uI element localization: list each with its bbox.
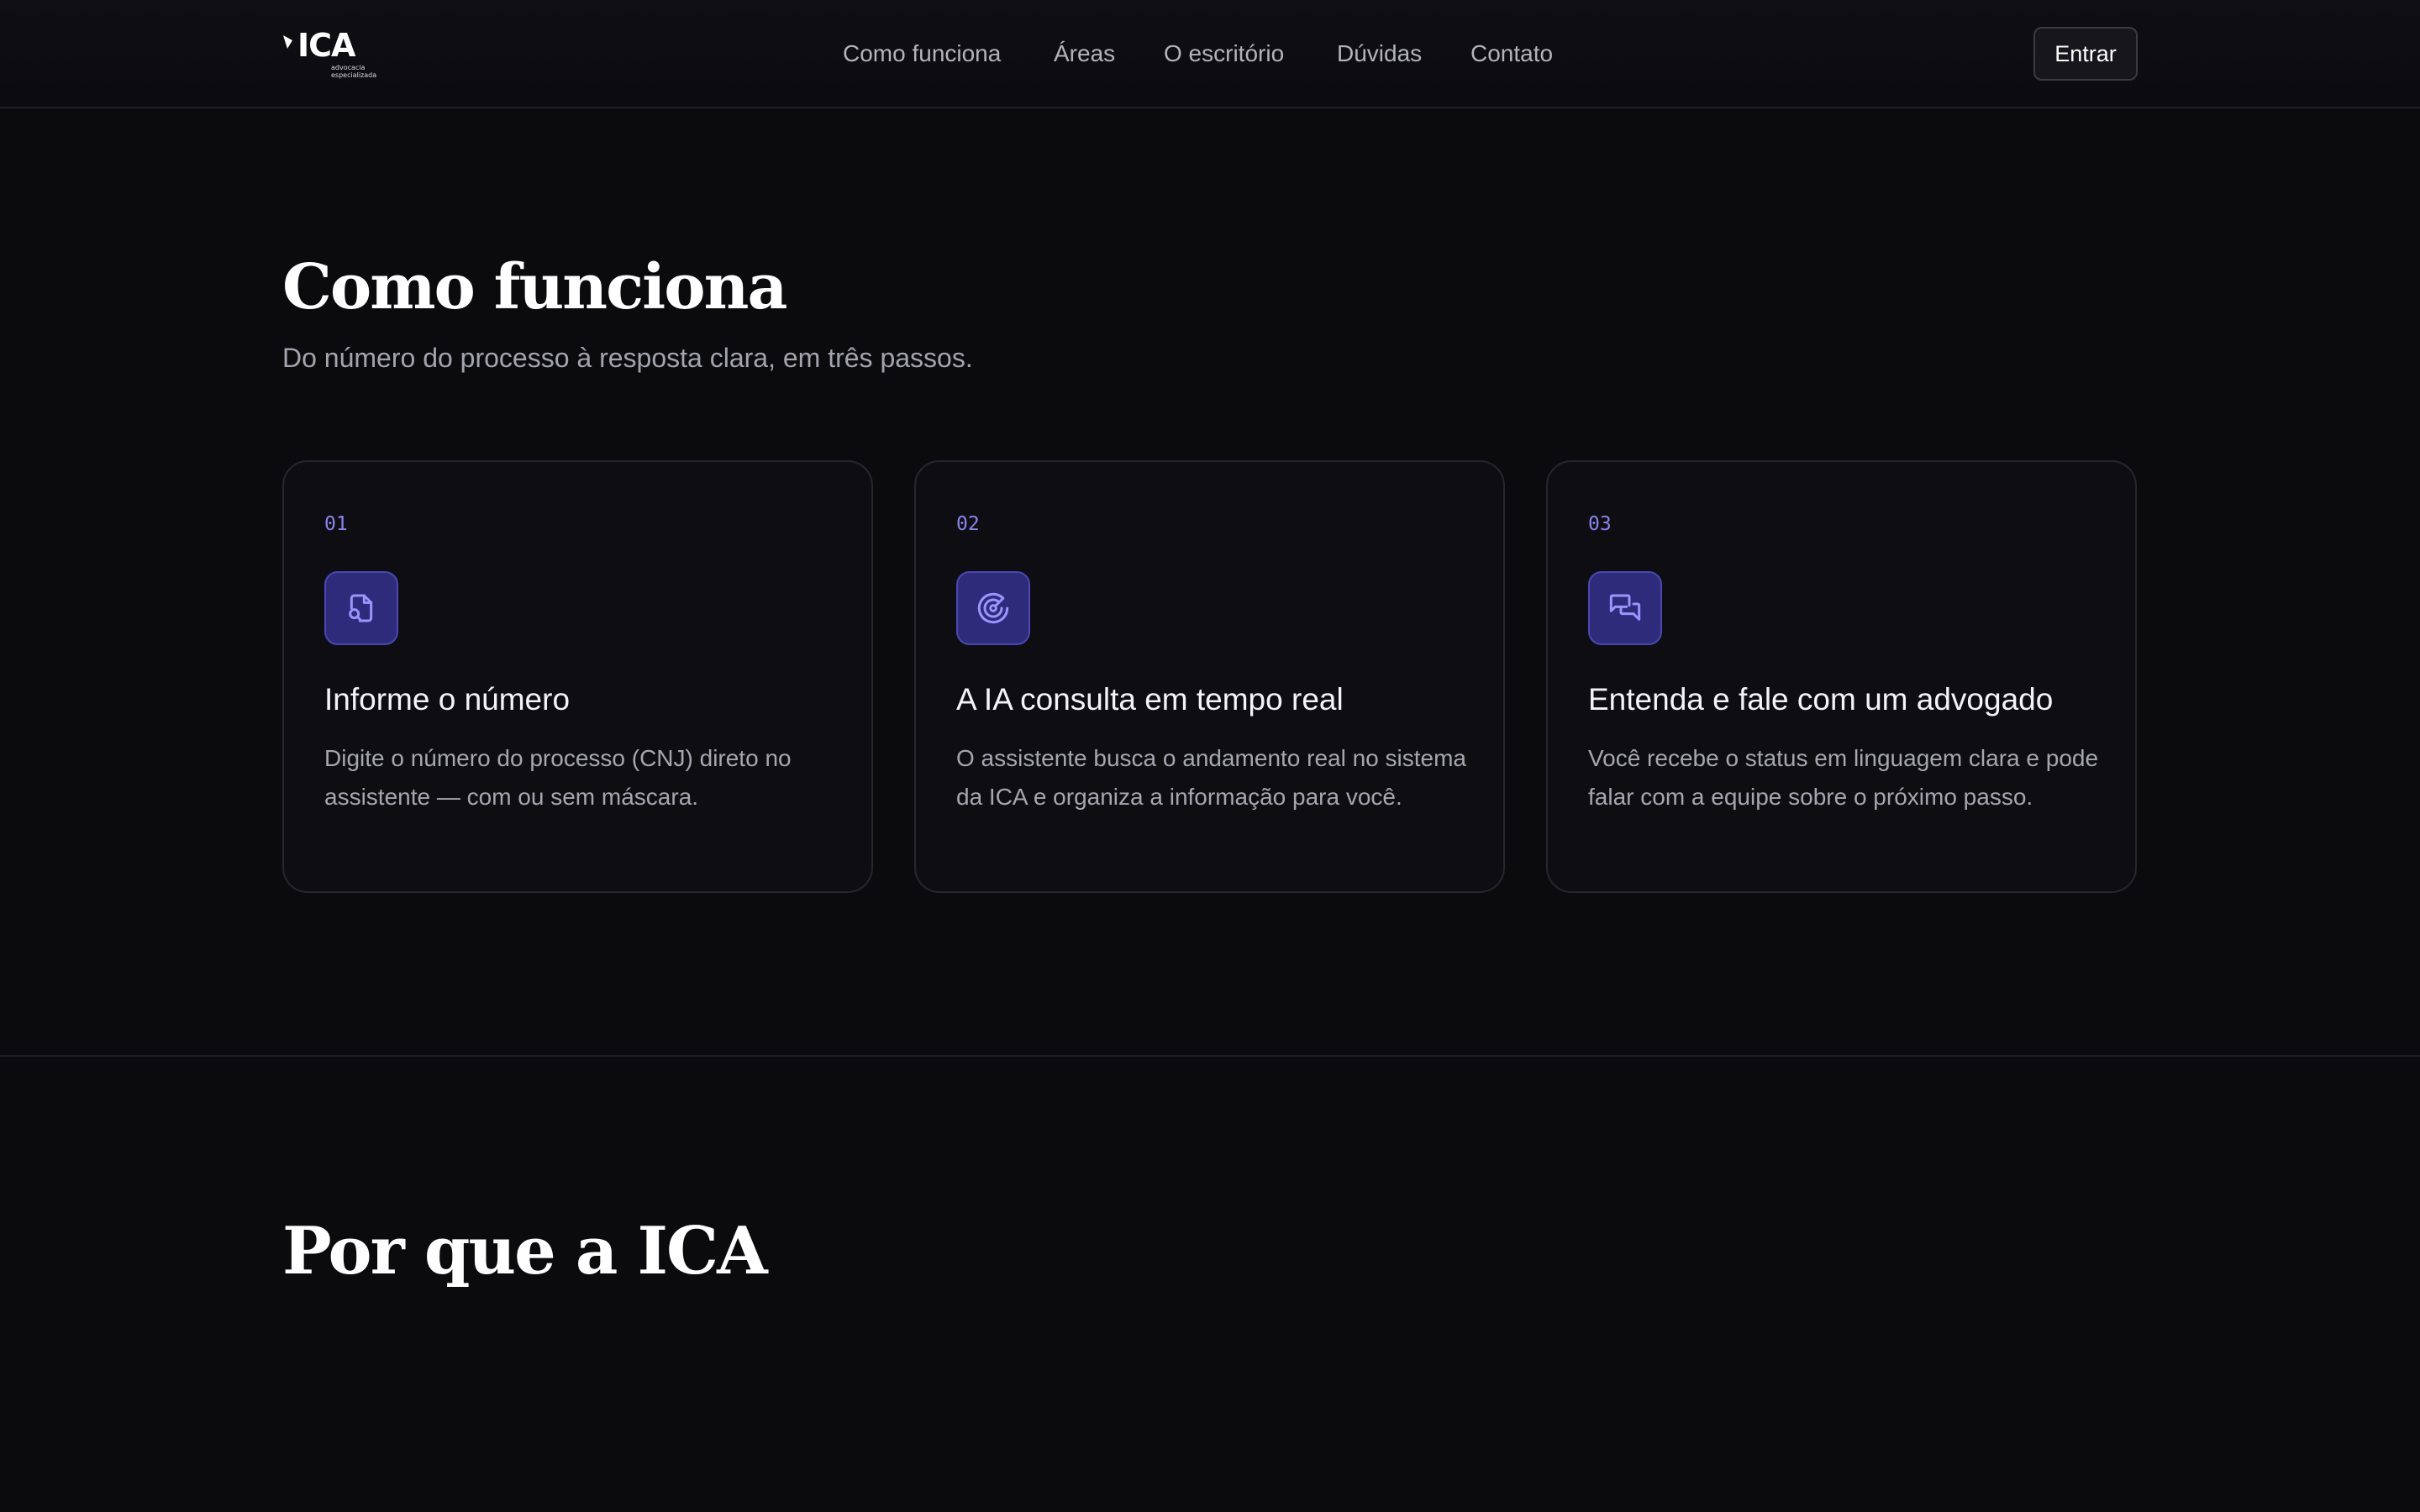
site-header: ICA advocacia especializada Como funcion… [0, 0, 2420, 108]
logo-subtext: advocacia especializada [331, 64, 377, 79]
radar-icon [956, 571, 1030, 645]
step-card-3: 03 Entenda e fale com um advogado Você r… [1546, 460, 2137, 893]
step-number: 01 [324, 513, 348, 535]
step-title: A IA consulta em tempo real [956, 682, 1344, 717]
step-description: Você recebe o status em linguagem clara … [1588, 745, 2099, 810]
nav-link-areas[interactable]: Áreas [1054, 39, 1115, 69]
step-card-1: 01 Informe o número Digite o número do p… [282, 460, 873, 893]
section-title-como-funciona: Como funciona [282, 251, 787, 323]
nav-link-contato[interactable]: Contato [1470, 39, 1553, 69]
logo-text: ICA [297, 27, 355, 64]
chat-bubbles-icon [1588, 571, 1662, 645]
file-search-icon [324, 571, 398, 645]
section-subtitle: Do número do processo à resposta clara, … [282, 343, 973, 373]
step-description: O assistente busca o andamento real no s… [956, 745, 1467, 810]
step-number: 02 [956, 513, 980, 535]
ica-logo[interactable]: ICA advocacia especializada [282, 27, 383, 81]
section-title-por-que-a-ica: Por que a ICA [282, 1213, 768, 1289]
nav-link-o-escritorio[interactable]: O escritório [1164, 39, 1284, 69]
step-card-2: 02 A IA consulta em tempo real O assiste… [914, 460, 1505, 893]
step-description: Digite o número do processo (CNJ) direto… [324, 745, 792, 810]
section-divider [0, 1055, 2420, 1057]
logo-mark-icon [282, 32, 297, 57]
nav-link-duvidas[interactable]: Dúvidas [1337, 39, 1422, 69]
step-number: 03 [1588, 513, 1612, 535]
step-title: Informe o número [324, 682, 571, 717]
login-button[interactable]: Entrar [2033, 27, 2138, 81]
step-title: Entenda e fale com um advogado [1588, 682, 2054, 717]
nav-link-como-funciona[interactable]: Como funciona [843, 39, 1001, 69]
